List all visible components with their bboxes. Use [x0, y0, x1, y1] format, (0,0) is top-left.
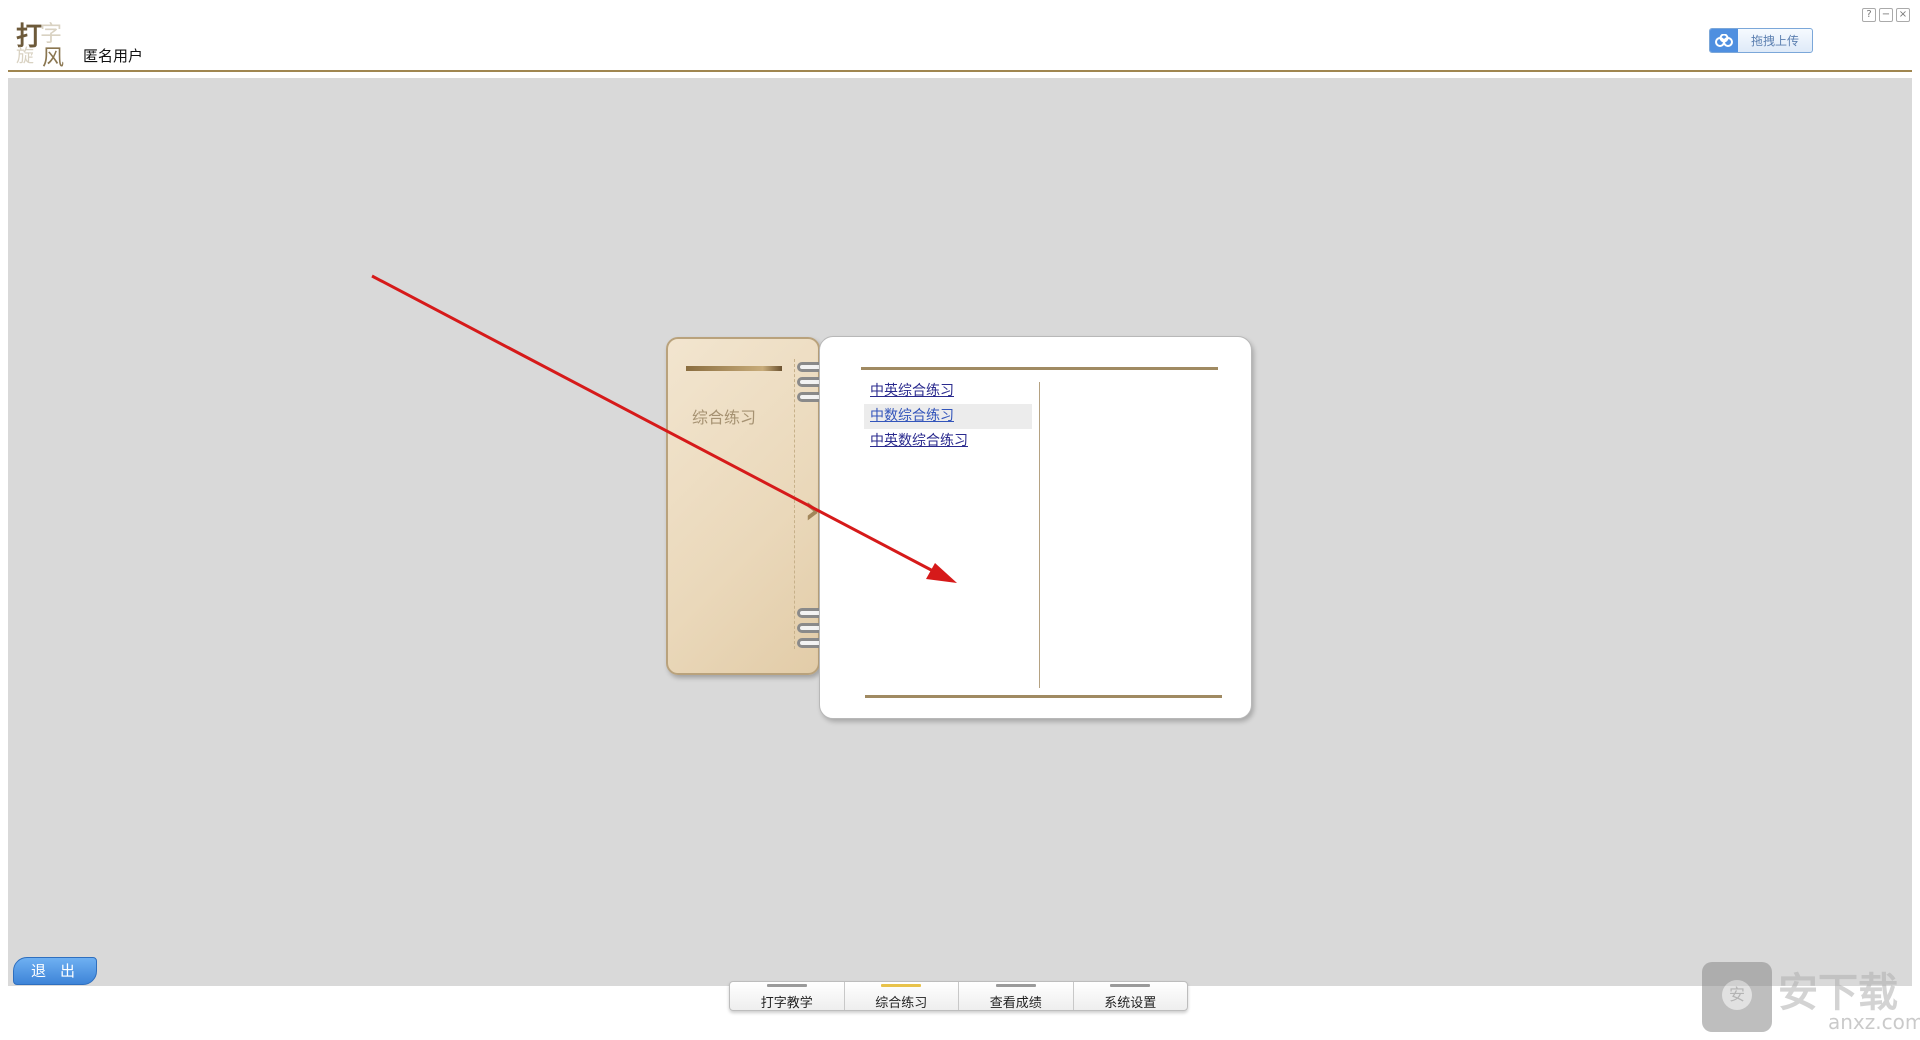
tab-indicator: [881, 984, 922, 987]
practice-item-chinese-number[interactable]: 中数综合练习: [864, 404, 1032, 429]
page-top-line: [861, 367, 1218, 370]
drag-upload-label: 拖拽上传: [1750, 34, 1799, 48]
tab-typing-teaching[interactable]: 打字教学: [730, 982, 845, 1011]
chevron-right-icon: ›: [804, 487, 821, 533]
cover-label: 综合练习: [692, 408, 757, 427]
tab-indicator: [766, 984, 807, 987]
cloud-upload-icon: [1710, 29, 1738, 52]
tab-system-settings[interactable]: 系统设置: [1074, 982, 1188, 1011]
logo-char-3: 旋: [16, 46, 34, 67]
minimize-icon[interactable]: −: [1879, 8, 1893, 22]
tab-label: 查看成绩: [989, 996, 1042, 1011]
page-column-divider: [1039, 382, 1040, 688]
app-logo: 打 字 旋 风: [14, 14, 66, 71]
practice-item-chinese-english-number[interactable]: 中英数综合练习: [864, 429, 1032, 454]
tab-indicator: [1110, 984, 1151, 987]
header-divider: [8, 70, 1912, 72]
close-icon[interactable]: ×: [1896, 8, 1910, 22]
shopping-bag-icon: 安: [1702, 962, 1772, 1032]
logo-char-4: 风: [42, 46, 65, 71]
tab-label: 打字教学: [760, 996, 813, 1011]
tab-comprehensive-practice[interactable]: 综合练习: [845, 982, 959, 1011]
exit-button[interactable]: 退出: [13, 957, 97, 985]
tab-label: 系统设置: [1104, 996, 1157, 1011]
cover-dotted-line: [794, 359, 795, 649]
username-label: 匿名用户: [83, 47, 144, 65]
app-header: 打 字 旋 风 匿名用户 拖拽上传 ? − ×: [0, 0, 1920, 76]
practice-item-chinese-english[interactable]: 中英综合练习: [864, 379, 1032, 404]
tab-indicator: [995, 984, 1036, 987]
notebook-page: 中英综合练习 中数综合练习 中英数综合练习: [819, 336, 1252, 719]
watermark-url: anxz.com: [1828, 1010, 1920, 1034]
bottom-tab-bar: 打字教学 综合练习 查看成绩 系统设置: [729, 981, 1188, 1011]
drag-upload-button[interactable]: 拖拽上传: [1709, 28, 1813, 53]
practice-list: 中英综合练习 中数综合练习 中英数综合练习: [864, 379, 1032, 454]
help-icon[interactable]: ?: [1862, 8, 1876, 22]
page-bottom-line: [865, 695, 1222, 698]
tab-view-scores[interactable]: 查看成绩: [959, 982, 1074, 1011]
watermark-badge: 安: [1722, 980, 1752, 1010]
cover-bar: [686, 366, 782, 371]
tab-label: 综合练习: [875, 996, 928, 1011]
site-watermark: 安 安下载 anxz.com: [1700, 950, 1920, 1036]
